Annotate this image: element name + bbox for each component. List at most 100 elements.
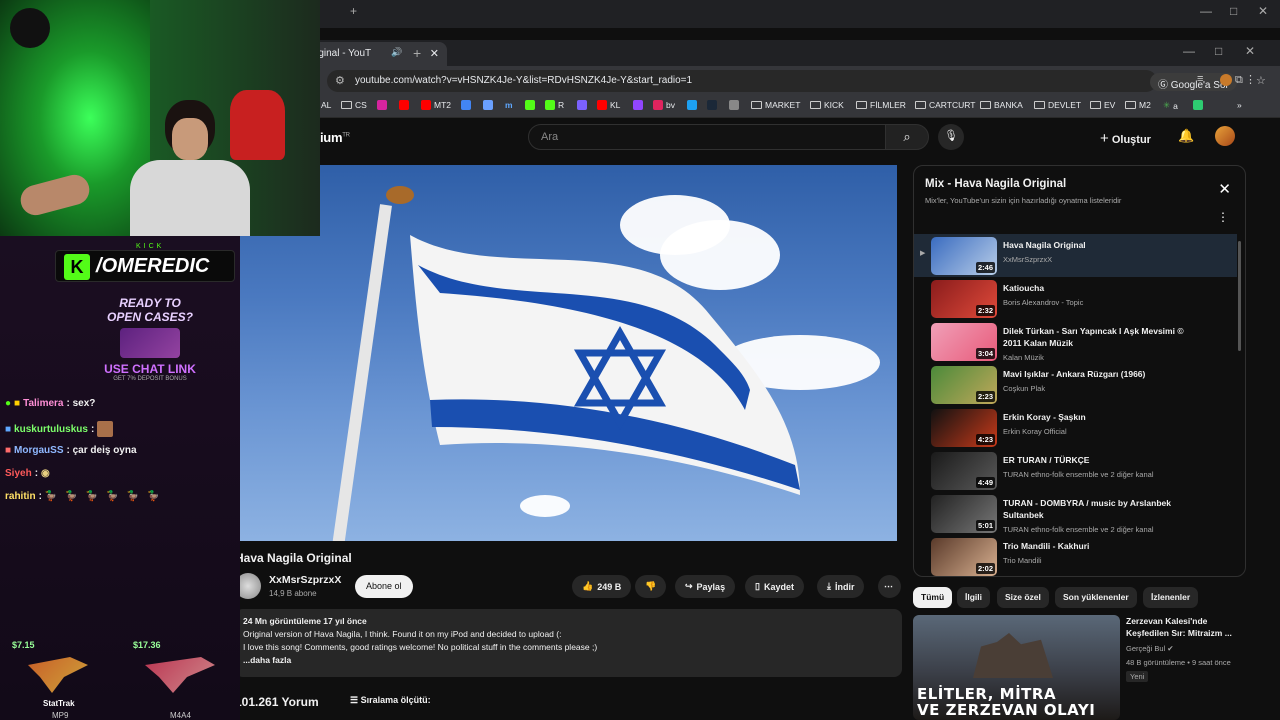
app-icon — [483, 100, 493, 110]
dislike-button[interactable]: 👎 — [635, 575, 667, 598]
recommended-title[interactable]: Zerzevan Kalesi'nde Keşfedilen Sır: Mitr… — [1126, 615, 1246, 639]
bookmark-item[interactable]: KICK — [810, 100, 844, 110]
app-icon — [577, 100, 587, 110]
youtube-logo[interactable]: iumTR — [320, 130, 350, 145]
verified-icon: ✔ — [1167, 644, 1174, 653]
bookmark-item[interactable] — [577, 100, 587, 110]
subscribe-button[interactable]: Abone ol — [355, 575, 413, 598]
kick-banner: K KICK /OMEREDIC — [55, 243, 235, 282]
new-tab-icon[interactable]: + — [413, 45, 421, 61]
notifications-icon[interactable]: 🔔 — [1178, 128, 1194, 144]
bookmark-item[interactable] — [461, 100, 471, 110]
cast-icon[interactable]: ⧉ — [1235, 74, 1243, 87]
bookmark-item[interactable]: CS — [341, 100, 367, 110]
bookmark-item[interactable]: MARKET — [751, 100, 800, 110]
playlist-subtitle: Mix'ler, YouTube'un sizin için hazırladı… — [925, 196, 1122, 205]
bookmark-item[interactable]: KL — [597, 100, 620, 110]
menu-icon[interactable]: ⋮ — [1245, 73, 1256, 86]
description-box[interactable]: 24 Mn görüntüleme 17 yıl önce Original v… — [235, 609, 902, 677]
bookmark-item[interactable] — [377, 100, 387, 110]
playlist-item[interactable]: 2:23 Mavi Işıklar - Ankara Rüzgarı (1966… — [914, 363, 1237, 406]
site-info-icon[interactable]: ⚙ — [335, 74, 345, 87]
account-avatar[interactable] — [1215, 126, 1235, 146]
bookmark-item[interactable] — [1193, 100, 1203, 110]
bookmark-item[interactable]: CARTCURT — [915, 100, 975, 110]
playlist-item[interactable]: 2:32 Katioucha Boris Alexandrov - Topic — [914, 277, 1237, 320]
voice-search-button[interactable]: 🎙 — [938, 124, 964, 150]
recommended-channel[interactable]: Gerçeği Bul ✔ — [1126, 644, 1174, 653]
bookmark-item[interactable]: ✳ a — [1163, 100, 1178, 111]
playlist-item[interactable]: 2:02 Trio Mandili - Kakhuri Trio Mandili — [914, 535, 1237, 576]
new-tab-icon[interactable]: + — [350, 4, 357, 18]
bookmark-item[interactable]: R — [545, 100, 564, 110]
bookmark-item[interactable] — [525, 100, 535, 110]
video-player[interactable] — [240, 165, 897, 541]
bookmarks-overflow-icon[interactable]: » — [1237, 100, 1242, 110]
search-button[interactable]: ⌕ — [885, 124, 929, 150]
bookmark-item[interactable] — [707, 100, 717, 110]
close-icon[interactable]: ✕ — [1258, 4, 1268, 18]
mic-icon: 🎙 — [944, 130, 958, 142]
kick-logo-icon: K — [64, 254, 90, 280]
playlist-item[interactable]: 4:23 Erkin Koray - Şaşkın Erkin Koray Of… — [914, 406, 1237, 449]
chip-related[interactable]: İlgili — [957, 587, 990, 608]
chip-all[interactable]: Tümü — [913, 587, 953, 608]
maximize-icon[interactable]: □ — [1215, 44, 1222, 58]
bookmark-item[interactable]: bv — [653, 100, 675, 110]
bookmark-item[interactable]: EV — [1090, 100, 1115, 110]
chip-recent[interactable]: Son yüklenenler — [1055, 587, 1137, 608]
bookmark-item[interactable] — [633, 100, 643, 110]
close-window-icon[interactable]: ✕ — [1245, 44, 1255, 58]
maximize-icon[interactable]: □ — [1230, 4, 1237, 18]
playlist-item-title: Erkin Koray - Şaşkın — [1003, 412, 1086, 422]
bookmark-item[interactable]: FİLMLER — [856, 100, 906, 110]
share-button[interactable]: ↪ Paylaş — [675, 575, 736, 598]
media-icon[interactable]: ≡ — [1197, 73, 1203, 85]
video-thumbnail: 2:32 — [931, 280, 997, 318]
profile-icon[interactable] — [1220, 74, 1232, 86]
download-button[interactable]: ⤓ İndir — [817, 575, 865, 598]
bookmark-label: m — [505, 100, 513, 110]
chip-for-you[interactable]: Size özel — [997, 587, 1049, 608]
minimize-icon[interactable]: — — [1183, 44, 1195, 58]
channel-name[interactable]: XxMsrSzprzxX — [269, 574, 341, 586]
playlist-item[interactable]: 5:01 TURAN - DOMBYRA / music by Arslanbe… — [914, 492, 1237, 535]
recommended-thumbnail[interactable]: ELİTLER, MİTRA VE ZERZEVAN OLAYI — [913, 615, 1120, 720]
audio-icon[interactable]: 🔊 — [391, 47, 402, 58]
url-field[interactable]: ⚙ youtube.com/watch?v=vHSNZK4Je-Y&list=R… — [327, 70, 1266, 92]
bookmark-item[interactable] — [483, 100, 493, 110]
bookmark-item[interactable]: M2 — [1125, 100, 1151, 110]
video-thumbnail: 2:23 — [931, 366, 997, 404]
recommended-meta: 48 B görüntüleme • 9 saat önce — [1126, 658, 1231, 667]
bookmark-item[interactable] — [399, 100, 409, 110]
tab-close-icon[interactable]: ✕ — [430, 47, 439, 60]
now-playing-icon: ▶ — [920, 250, 926, 257]
folder-icon — [1034, 101, 1045, 109]
bookmark-icon: ▯ — [755, 581, 760, 591]
search-input[interactable]: Ara — [528, 124, 886, 150]
minimize-icon[interactable]: — — [1200, 4, 1212, 18]
more-actions-button[interactable]: ⋯ — [878, 575, 901, 598]
create-button[interactable]: + Oluştur — [1100, 124, 1151, 150]
bookmark-item[interactable]: MT2 — [421, 100, 451, 110]
bookmark-item[interactable] — [729, 100, 739, 110]
bookmark-item[interactable]: DEVLET — [1034, 100, 1081, 110]
playlist-item[interactable]: 3:04 Dilek Türkan - Sarı Yapıncak I Aşk … — [914, 320, 1237, 363]
bookmark-item[interactable]: m — [505, 100, 513, 110]
playlist-item[interactable]: ▶ 2:46 Hava Nagila Original XxMsrSzprzxX — [914, 234, 1237, 277]
playlist-item[interactable]: 4:49 ER TURAN / TÜRKÇE TURAN ethno-folk … — [914, 449, 1237, 492]
bookmark-star-icon[interactable]: ☆ — [1256, 74, 1266, 87]
show-more-link[interactable]: ...daha fazla — [243, 654, 894, 667]
more-icon[interactable]: ⋮ — [1217, 210, 1229, 224]
sort-button[interactable]: ☰ Sıralama ölçütü: — [350, 695, 431, 706]
save-button[interactable]: ▯ Kaydet — [745, 575, 804, 598]
bookmark-item[interactable]: BANKA — [980, 100, 1023, 110]
close-icon[interactable]: ✕ — [1218, 180, 1231, 198]
bookmark-item[interactable]: AL — [321, 100, 331, 110]
bookmark-item[interactable] — [687, 100, 697, 110]
playlist-scrollbar[interactable] — [1238, 241, 1241, 351]
folder-icon — [980, 101, 991, 109]
tab-strip: Original - YouT 🔊 ✕ + — □ ✕ — [235, 40, 1280, 66]
like-button[interactable]: 👍 249 B — [572, 575, 632, 598]
chip-watched[interactable]: İzlenenler — [1143, 587, 1199, 608]
